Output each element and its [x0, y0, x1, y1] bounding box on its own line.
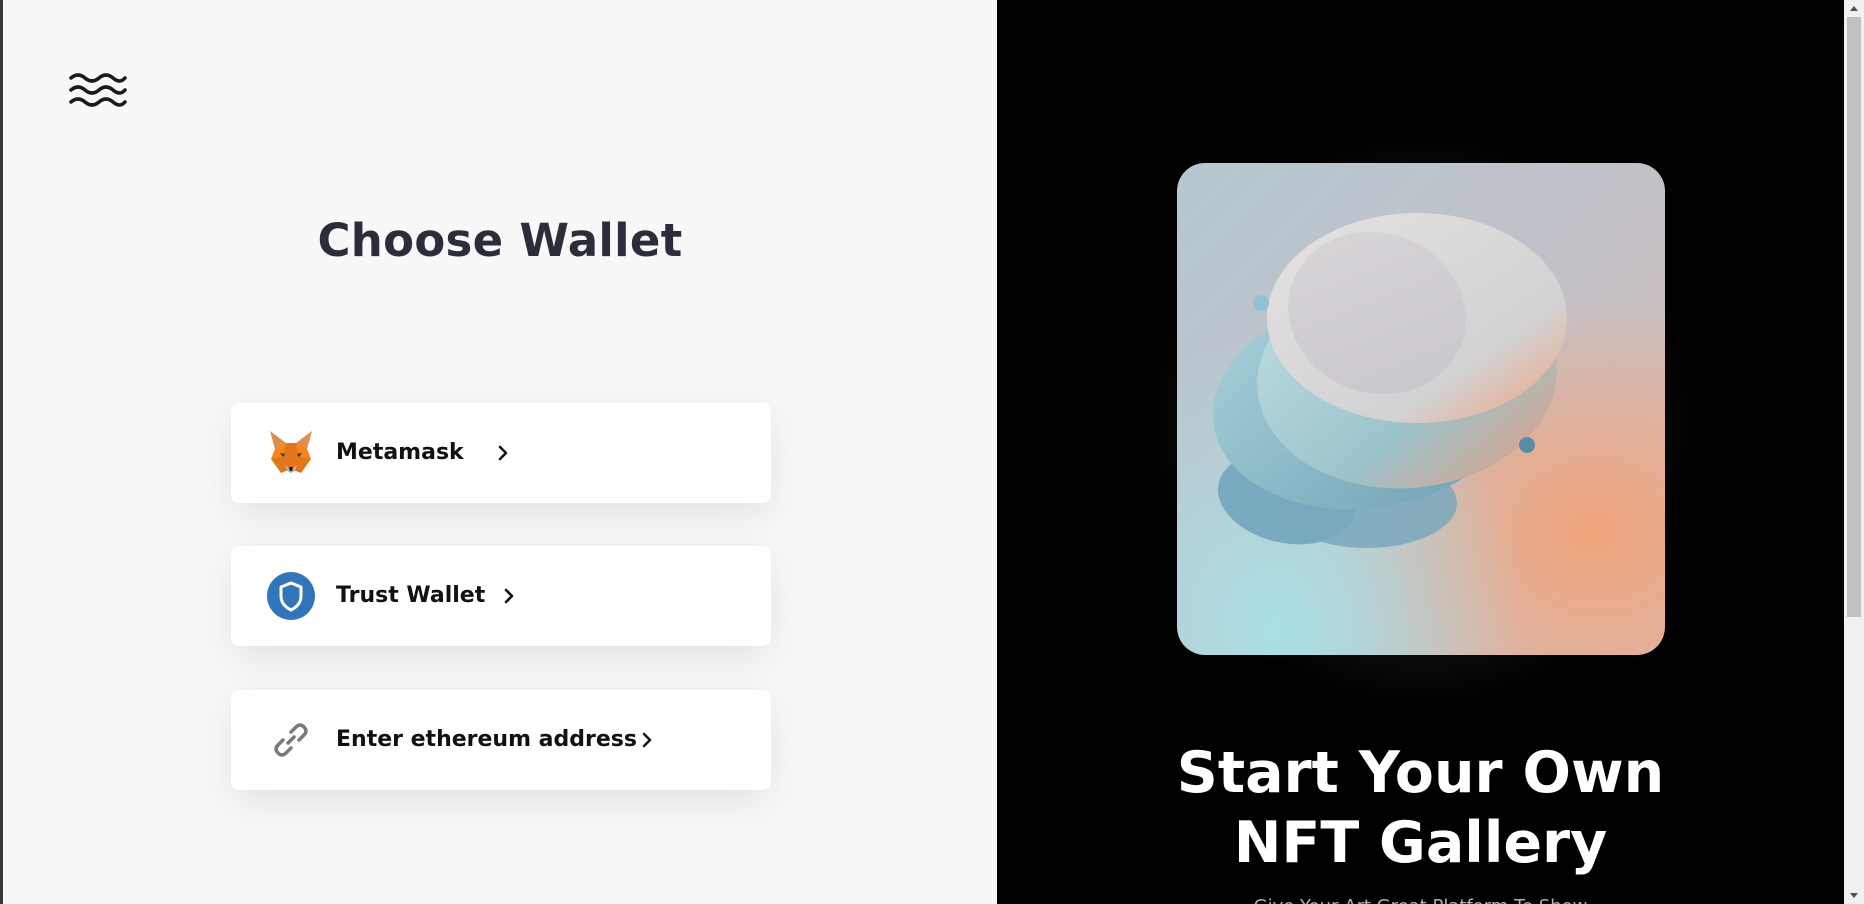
- metamask-label: Metamask: [336, 440, 464, 465]
- metamask-fox-icon: [270, 431, 312, 473]
- abstract-discs-illustration: [1212, 213, 1567, 548]
- scroll-thumb[interactable]: [1847, 17, 1861, 617]
- chevron-right-icon: [498, 445, 508, 461]
- link-icon: [274, 723, 308, 757]
- nft-artwork-image: [1177, 163, 1665, 655]
- trust-wallet-shield-icon: [267, 572, 315, 620]
- trust-wallet-label: Trust Wallet: [336, 583, 486, 608]
- left-panel: Choose Wallet Metamask Trust Wallet Ente…: [3, 0, 997, 904]
- scroll-up-arrow-icon[interactable]: [1844, 0, 1864, 17]
- chevron-right-icon: [642, 732, 652, 748]
- metamask-option[interactable]: Metamask: [231, 403, 771, 503]
- scroll-down-arrow-icon[interactable]: [1844, 887, 1864, 904]
- right-panel: Start Your Own NFT Gallery Give Your Art…: [997, 0, 1844, 904]
- hero-title-line-1: Start Your Own: [1176, 740, 1665, 806]
- vertical-scrollbar[interactable]: [1844, 0, 1864, 904]
- chevron-right-icon: [504, 588, 514, 604]
- hero-title: Start Your Own NFT Gallery: [997, 738, 1844, 878]
- trust-wallet-option[interactable]: Trust Wallet: [231, 546, 771, 646]
- ethereum-address-label: Enter ethereum address: [336, 727, 637, 752]
- hero-subtitle: Give Your Art Great Platform To Show: [997, 896, 1844, 904]
- hero-title-line-2: NFT Gallery: [1233, 810, 1608, 876]
- page-title: Choose Wallet: [317, 214, 683, 267]
- waves-icon[interactable]: [69, 70, 127, 110]
- ethereum-address-option[interactable]: Enter ethereum address: [231, 690, 771, 790]
- wallet-page: Choose Wallet Metamask Trust Wallet Ente…: [0, 0, 1864, 904]
